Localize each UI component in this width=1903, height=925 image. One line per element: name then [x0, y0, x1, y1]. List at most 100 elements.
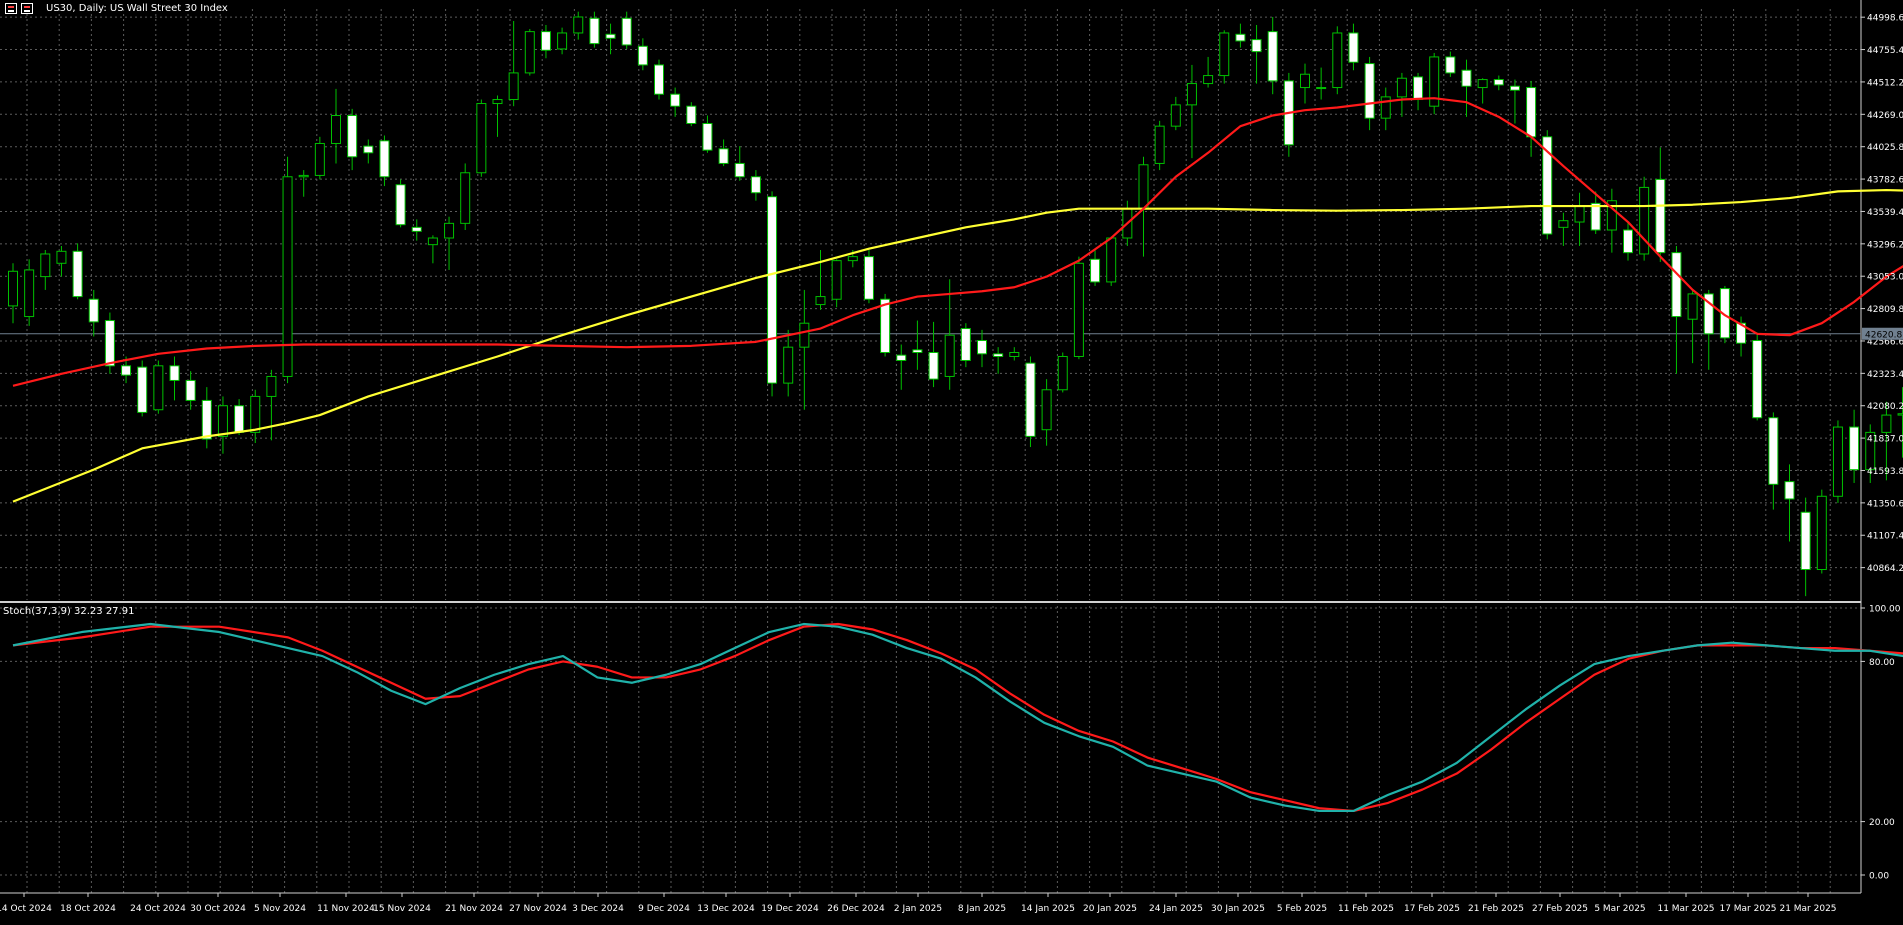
candle-bull [1687, 293, 1698, 320]
symbol-title: US30, Daily: US Wall Street 30 Index [46, 3, 228, 14]
candle-bear [1445, 56, 1456, 74]
candle-bull [1816, 495, 1827, 571]
stoch-tick-label: 80.00 [1869, 658, 1895, 668]
time-tick-label: 11 Feb 2025 [1338, 904, 1394, 914]
candle-bear [1364, 63, 1375, 119]
ma-slow-line [12, 188, 1903, 503]
price-tick-label: 41837.0 [1867, 435, 1903, 445]
time-tick-label: 13 Dec 2024 [697, 904, 755, 914]
candle-bull [944, 334, 955, 377]
time-tick-label: 14 Oct 2024 [0, 904, 52, 914]
candle-bull [524, 31, 535, 74]
candle-bear [185, 379, 196, 401]
candle-bear [234, 405, 245, 433]
candle-bull [298, 174, 309, 178]
stoch-tick-label: 100.00 [1869, 605, 1901, 615]
candle-bear [395, 184, 406, 226]
candle-bull [1073, 262, 1084, 357]
time-tick-label: 18 Oct 2024 [60, 904, 116, 914]
candle-bear [1461, 69, 1472, 87]
candle-bull [1300, 73, 1310, 89]
candle-bull [1558, 220, 1569, 228]
price-tick-label: 44998.6 [1867, 14, 1903, 24]
candle-bull [573, 16, 584, 34]
time-tick-label: 11 Mar 2025 [1657, 904, 1714, 914]
candle-bear [734, 162, 745, 178]
candle-bull [217, 405, 228, 437]
candle-bull [815, 296, 826, 306]
candle-bull [1203, 75, 1214, 85]
candle-bear [750, 176, 761, 194]
time-tick-label: 27 Feb 2025 [1532, 904, 1588, 914]
candle-bull [331, 115, 341, 144]
candle-bear [363, 145, 374, 154]
candle-bear [928, 351, 939, 380]
candle-bear [896, 354, 907, 361]
candle-bull [1219, 32, 1230, 77]
candle-bull [314, 142, 325, 176]
candle-bull [8, 270, 18, 307]
candle-bull [1477, 79, 1488, 89]
chart-menu-icon[interactable] [5, 3, 17, 14]
time-tick-label: 27 Nov 2024 [509, 904, 567, 914]
candle-bear [702, 122, 713, 151]
time-tick-label: 5 Feb 2025 [1277, 904, 1327, 914]
stoch-tick-label: 0.00 [1869, 872, 1889, 882]
candle-bear [137, 366, 148, 413]
candle-bear [1849, 426, 1860, 471]
candle-bear [1090, 258, 1101, 283]
candle-bull [460, 172, 471, 224]
candle-bull [1154, 125, 1165, 164]
candle-bear [637, 45, 648, 66]
price-tick-label: 41593.8 [1867, 467, 1903, 477]
ma-fast-line [12, 97, 1903, 387]
candle-bull [1881, 414, 1892, 433]
candle-bear [121, 365, 132, 376]
candle-bear [912, 349, 923, 353]
price-tick-label: 42809.8 [1867, 305, 1903, 315]
candle-bear [104, 320, 115, 367]
candle-bear [201, 399, 212, 440]
candle-bull [444, 222, 455, 239]
price-tick-label: 40864.2 [1867, 564, 1903, 574]
price-tick-label: 42323.4 [1867, 370, 1903, 380]
candle-bull [1057, 355, 1068, 391]
price-tick-label: 43296.2 [1867, 240, 1903, 250]
time-tick-label: 26 Dec 2024 [827, 904, 885, 914]
candle-bear [1348, 32, 1359, 63]
candle-bear [1752, 340, 1763, 419]
candle-bull [282, 176, 293, 377]
time-tick-label: 9 Dec 2024 [638, 904, 690, 914]
candle-bull [783, 346, 794, 384]
price-tick-label: 44755.4 [1867, 46, 1903, 56]
candle-bull [427, 237, 438, 246]
candle-bull [557, 32, 568, 50]
candle-bull [1041, 389, 1052, 431]
chart-type-icon[interactable] [21, 3, 33, 14]
candle-bull [40, 253, 51, 278]
stoch-tick-label: 20.00 [1869, 818, 1895, 828]
candle-bear [993, 353, 1004, 357]
time-tick-label: 17 Feb 2025 [1404, 904, 1460, 914]
time-tick-label: 2 Jan 2025 [894, 904, 942, 914]
stoch-main-line [12, 622, 1903, 813]
time-tick-label: 5 Mar 2025 [1594, 904, 1645, 914]
price-tick-label: 41107.4 [1867, 532, 1903, 542]
time-tick-label: 14 Jan 2025 [1021, 904, 1075, 914]
candle-bear [169, 365, 180, 381]
candle-bull [1106, 237, 1117, 283]
candle-bear [347, 115, 358, 158]
candle-bull [847, 256, 858, 262]
time-tick-label: 30 Jan 2025 [1211, 904, 1265, 914]
time-tick-label: 24 Oct 2024 [130, 904, 186, 914]
time-tick-label: 11 Nov 2024 [317, 904, 375, 914]
candle-bull [250, 395, 261, 433]
time-tick-label: 21 Feb 2025 [1468, 904, 1524, 914]
candle-bull [1170, 104, 1181, 127]
candle-bear [654, 64, 664, 95]
time-tick-label: 19 Dec 2024 [761, 904, 819, 914]
candle-bear [686, 105, 697, 124]
time-tick-label: 5 Nov 2024 [254, 904, 306, 914]
candle-bull [799, 322, 810, 348]
price-chart[interactable]: 44998.6 44755.4 44512.2 44269.0 44025.8 43782… [0, 0, 1903, 921]
